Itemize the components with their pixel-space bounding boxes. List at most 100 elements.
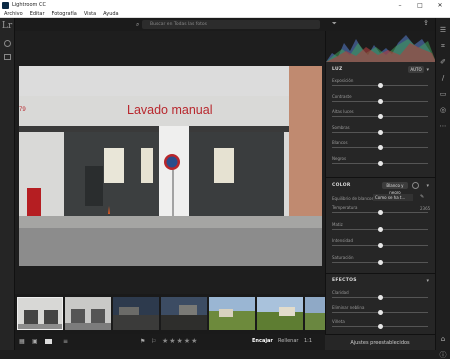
fit-button[interactable]: Encajar xyxy=(252,338,273,344)
slider-intensidad[interactable]: Intensidad xyxy=(332,238,430,249)
efectos-collapse-icon[interactable]: ▾ xyxy=(426,278,429,284)
slider-knob[interactable] xyxy=(377,160,383,166)
reject-flag-icon[interactable]: ⚐ xyxy=(151,338,156,345)
menu-archivo[interactable]: Archivo xyxy=(4,11,23,17)
slider-blancos[interactable]: Blancos xyxy=(332,140,430,151)
slider-label: Exposición xyxy=(332,78,354,83)
wb-select-value: Como se ha t... xyxy=(375,195,406,200)
wb-select[interactable]: Como se ha t... xyxy=(373,194,413,201)
slider-saturación[interactable]: Saturación xyxy=(332,255,430,266)
healing-brush-icon[interactable]: ✐ xyxy=(436,58,450,66)
divider xyxy=(326,273,436,274)
auto-button[interactable]: AUTO xyxy=(408,66,424,73)
crop-icon[interactable]: ⌗ xyxy=(436,42,450,50)
edit-icon[interactable]: ☰ xyxy=(436,26,450,34)
slider-label: Saturación xyxy=(332,254,354,260)
minimize-button[interactable]: – xyxy=(390,2,410,9)
slider-knob[interactable] xyxy=(377,243,383,248)
slider-knob[interactable] xyxy=(377,129,383,135)
window-title: Lightroom CC xyxy=(12,2,46,8)
search-input[interactable]: ⌕ Buscar en Todas las fotos xyxy=(136,20,320,29)
slider-matiz[interactable]: Matiz xyxy=(332,222,430,233)
flag-icon[interactable]: ⚑ xyxy=(140,338,145,345)
slider-label: Sombras xyxy=(332,124,350,130)
brush-icon[interactable]: / xyxy=(436,74,450,82)
filmstrip-thumb[interactable] xyxy=(161,297,207,330)
info-icon[interactable]: ⓘ xyxy=(436,351,450,359)
fill-button[interactable]: Rellenar xyxy=(278,338,298,344)
filmstrip-thumb[interactable] xyxy=(257,297,303,330)
eyedropper-icon[interactable]: ✎ xyxy=(420,194,424,200)
filter-icon[interactable]: ⏷ xyxy=(332,20,337,28)
menu-vista[interactable]: Vista xyxy=(84,11,96,17)
slider-knob[interactable] xyxy=(377,259,383,265)
thumb-image xyxy=(113,297,159,330)
square-grid-icon[interactable]: ▣ xyxy=(32,338,38,345)
menu-fotografia[interactable]: Fotografía xyxy=(52,11,77,17)
slider-temperatura[interactable]: Temperatura xyxy=(332,205,430,216)
tag-icon[interactable]: ⌂ xyxy=(436,335,450,343)
menu-ayuda[interactable]: Ayuda xyxy=(103,11,118,17)
detail-view-icon[interactable] xyxy=(45,339,52,344)
add-photos-icon[interactable] xyxy=(3,40,11,47)
slider-label: Temperatura xyxy=(332,205,358,210)
grid-view-icon[interactable]: ▦ xyxy=(19,338,25,345)
rating-stars[interactable]: ★★★★★ xyxy=(162,337,198,345)
close-button[interactable]: ✕ xyxy=(430,2,450,9)
thumb-image xyxy=(209,297,255,330)
slider-knob[interactable] xyxy=(377,226,383,232)
slider-altas-luces[interactable]: Altas luces xyxy=(332,109,430,120)
right-tool-rail: ☰ ⌗ ✐ / ▭ ◎ ⋯ ⌂ ⓘ xyxy=(435,18,450,359)
one-to-one-button[interactable]: 1:1 xyxy=(304,338,312,344)
histogram xyxy=(326,31,436,62)
slider-label: Eliminar neblina xyxy=(332,304,365,310)
slider-knob[interactable] xyxy=(377,98,383,104)
bottom-toolbar: ▦ ▣ ≡ ⚑ ⚐ ★★★★★ Encajar Rellenar 1:1 xyxy=(15,334,325,350)
slider-exposición[interactable]: Exposición xyxy=(332,78,430,89)
side-number: 79 xyxy=(19,107,26,113)
bw-button[interactable]: Blanco y negro xyxy=(382,182,408,195)
slider-knob[interactable] xyxy=(377,295,383,300)
slider-knob[interactable] xyxy=(377,210,383,215)
library-icon[interactable] xyxy=(3,54,11,60)
sort-icon[interactable]: ≡ xyxy=(63,338,68,345)
edit-panel: LUZ AUTO ▾ Exposición Contraste Altas luce… xyxy=(325,31,436,334)
filmstrip-thumb[interactable] xyxy=(305,297,325,330)
menu-editar[interactable]: Editar xyxy=(30,11,45,17)
color-section-title[interactable]: COLOR xyxy=(332,183,351,188)
slider-knob[interactable] xyxy=(377,309,383,315)
luz-collapse-icon[interactable]: ▾ xyxy=(426,67,429,73)
filmstrip-thumb[interactable] xyxy=(209,297,255,330)
slider-contraste[interactable]: Contraste xyxy=(332,94,430,105)
slider-negros[interactable]: Negros xyxy=(332,156,430,167)
presets-button[interactable]: Ajustes preestablecidos xyxy=(325,334,435,350)
more-icon[interactable]: ⋯ xyxy=(436,122,450,130)
main-photo[interactable]: Lavado manual 79 xyxy=(19,66,322,266)
top-bar: ⌕ Buscar en Todas las fotos ⏷ ⇪ xyxy=(15,18,435,31)
filmstrip-thumb[interactable] xyxy=(113,297,159,330)
filmstrip-thumb[interactable] xyxy=(17,297,63,330)
linear-gradient-icon[interactable]: ▭ xyxy=(436,90,450,98)
slider-label: Viñeta xyxy=(332,319,345,324)
slider-knob[interactable] xyxy=(377,83,383,88)
slider-viñeta[interactable]: Viñeta xyxy=(332,319,430,330)
maximize-button[interactable]: □ xyxy=(410,2,430,9)
slider-claridad[interactable]: Claridad xyxy=(332,290,430,301)
slider-sombras[interactable]: Sombras xyxy=(332,125,430,136)
slider-knob[interactable] xyxy=(377,324,383,329)
radial-gradient-icon[interactable]: ◎ xyxy=(436,106,450,114)
share-icon[interactable]: ⇪ xyxy=(423,19,429,27)
efectos-section-title[interactable]: EFECTOS xyxy=(332,278,357,283)
slider-knob[interactable] xyxy=(377,145,383,150)
color-mixer-icon[interactable] xyxy=(412,182,419,189)
slider-eliminar-neblina[interactable]: Eliminar neblina xyxy=(332,305,430,316)
color-collapse-icon[interactable]: ▾ xyxy=(426,183,429,189)
title-bar: Lightroom CC – □ ✕ xyxy=(0,0,450,10)
slider-label: Blancos xyxy=(332,140,348,145)
left-rail: Lr xyxy=(0,18,15,350)
window-controls: – □ ✕ xyxy=(390,2,450,9)
thumb-image xyxy=(161,297,207,330)
filmstrip-thumb[interactable] xyxy=(65,297,111,330)
luz-section-title[interactable]: LUZ xyxy=(332,67,343,72)
slider-knob[interactable] xyxy=(377,114,383,119)
